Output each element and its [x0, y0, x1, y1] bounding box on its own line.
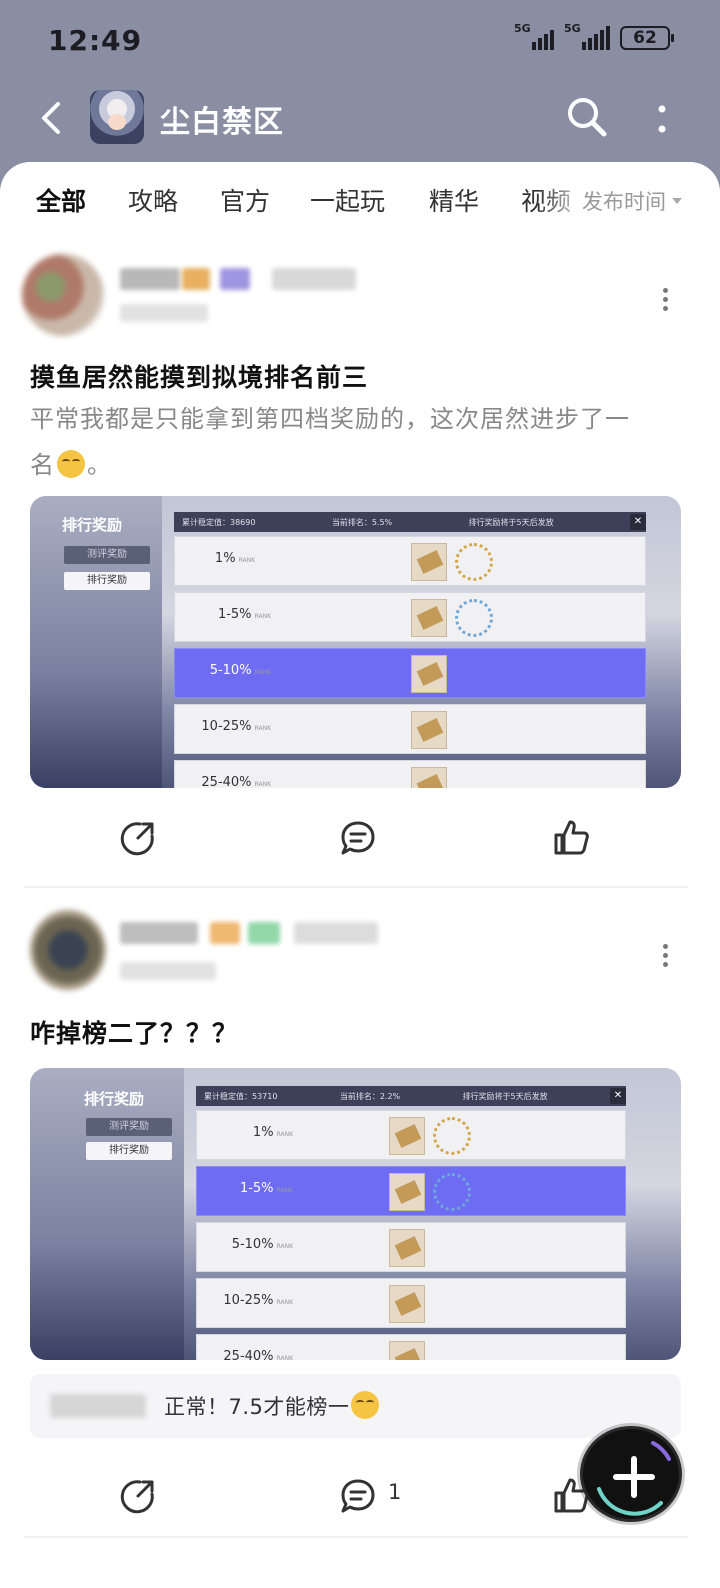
- reward-ring-icon: [433, 1173, 471, 1211]
- image-panel: 累计稳定值：38690 当前排名：5.5% 排行奖励将于5天后发放 ✕ 1% RA…: [170, 512, 650, 788]
- emoji-grin-icon: [351, 1391, 380, 1419]
- signal-icon: 5G: [564, 22, 610, 50]
- reward-item-icon: [411, 711, 447, 749]
- close-icon: ✕: [630, 514, 646, 530]
- reward-ring-icon: [455, 599, 493, 637]
- caret-down-icon: [672, 198, 682, 204]
- share-icon[interactable]: [118, 818, 158, 858]
- post-actions: [0, 808, 720, 868]
- post-time: [120, 304, 208, 322]
- create-post-button[interactable]: [580, 1426, 682, 1522]
- author-name: [120, 268, 180, 290]
- close-icon: ✕: [610, 1088, 626, 1104]
- reward-item-icon: [411, 655, 447, 693]
- plus-icon: [597, 1441, 671, 1516]
- sort-label: 发布时间: [582, 190, 666, 214]
- like-icon[interactable]: [552, 818, 592, 858]
- post-image[interactable]: 排行奖励 测评奖励 排行奖励 累计稳定值：38690 当前排名：5.5% 排行奖…: [30, 496, 681, 788]
- reward-item-icon: [389, 1341, 425, 1360]
- signal-icon: 5G: [514, 22, 554, 50]
- post-more-icon[interactable]: [660, 288, 670, 314]
- reward-ring-icon: [433, 1117, 471, 1155]
- post-author[interactable]: [22, 910, 662, 990]
- image-panel: 累计稳定值：53710 当前排名：2.2% 排行奖励将于5天后发放 ✕ 1% RA…: [192, 1086, 632, 1360]
- divider: [24, 886, 688, 888]
- avatar[interactable]: [30, 910, 106, 990]
- author-badge: [220, 268, 250, 290]
- reward-item-icon: [389, 1229, 425, 1267]
- image-sidebar: 排行奖励 测评奖励 排行奖励: [30, 496, 162, 788]
- rank-row: 10-25% RANK: [174, 704, 646, 754]
- reward-ring-icon: [455, 543, 493, 581]
- image-sidebar: 排行奖励 测评奖励 排行奖励: [30, 1068, 184, 1360]
- post-time: [120, 962, 216, 980]
- post-image[interactable]: 排行奖励 测评奖励 排行奖励 累计稳定值：53710 当前排名：2.2% 排行奖…: [30, 1068, 681, 1360]
- rank-row: 25-40% RANK: [196, 1334, 626, 1360]
- author-meta: [294, 922, 378, 944]
- sort-dropdown[interactable]: 发布时间: [580, 186, 682, 216]
- share-icon[interactable]: [118, 1476, 158, 1516]
- post-author[interactable]: [22, 254, 662, 336]
- tab-all[interactable]: 全部: [36, 182, 86, 220]
- header: 尘白禁区: [0, 82, 720, 154]
- tab-play-together[interactable]: 一起玩: [310, 182, 385, 218]
- author-meta: [272, 268, 356, 290]
- author-name: [120, 922, 198, 944]
- rank-row: 10-25% RANK: [196, 1278, 626, 1328]
- community-title: 尘白禁区: [160, 105, 284, 140]
- tab-bar: 全部 攻略 官方 一起玩 精华 视频 发布时间: [0, 162, 720, 236]
- reward-item-icon: [411, 767, 447, 788]
- status-icons: 5G 5G 62: [514, 22, 674, 50]
- comment-text: 正常！7.5才能榜一: [164, 1391, 381, 1421]
- avatar[interactable]: [22, 254, 104, 336]
- post-title: 咋掉榜二了？？？: [30, 1019, 239, 1048]
- commenter-name: [50, 1394, 146, 1418]
- reward-item-icon: [389, 1117, 425, 1155]
- rank-row: 1% RANK: [174, 536, 646, 586]
- reward-item-icon: [411, 543, 447, 581]
- status-bar: 12:49 5G 5G 62: [0, 0, 720, 80]
- post-more-icon[interactable]: [660, 944, 670, 970]
- comment-icon[interactable]: [338, 1476, 378, 1516]
- tab-official[interactable]: 官方: [220, 182, 270, 218]
- author-badge: [182, 268, 210, 290]
- battery-icon: 62: [620, 26, 674, 50]
- post-card[interactable]: 摸鱼居然能摸到拟境排名前三 平常我都是只能拿到第四档奖励的，这次居然进步了一 名…: [0, 254, 720, 894]
- rank-row-highlighted: 5-10% RANK: [174, 648, 646, 698]
- emoji-relieved-icon: [57, 450, 85, 478]
- back-icon[interactable]: [36, 98, 66, 138]
- rank-row-highlighted: 1-5% RANK: [196, 1166, 626, 1216]
- rank-row: 1-5% RANK: [174, 592, 646, 642]
- comment-icon[interactable]: [338, 818, 378, 858]
- post-body: 平常我都是只能拿到第四档奖励的，这次居然进步了一 名。: [30, 405, 630, 479]
- author-badge: [210, 922, 240, 944]
- rank-row: 1% RANK: [196, 1110, 626, 1160]
- tab-guides[interactable]: 攻略: [128, 182, 178, 218]
- comment-count: 1: [388, 1480, 402, 1504]
- status-time: 12:49: [48, 24, 143, 57]
- more-icon[interactable]: [650, 102, 674, 136]
- post-title: 摸鱼居然能摸到拟境排名前三: [30, 363, 369, 392]
- reward-item-icon: [389, 1173, 425, 1211]
- rank-row: 5-10% RANK: [196, 1222, 626, 1272]
- author-badge: [248, 922, 280, 944]
- reward-item-icon: [389, 1285, 425, 1323]
- tab-featured[interactable]: 精华: [429, 182, 479, 218]
- community-avatar[interactable]: [90, 90, 144, 144]
- divider: [24, 1536, 688, 1538]
- search-icon[interactable]: [566, 96, 608, 138]
- reward-item-icon: [411, 599, 447, 637]
- rank-row: 25-40% RANK: [174, 760, 646, 788]
- feed-container: 全部 攻略 官方 一起玩 精华 视频 发布时间 摸鱼居然能摸到拟境排名前三 平常…: [0, 162, 720, 1588]
